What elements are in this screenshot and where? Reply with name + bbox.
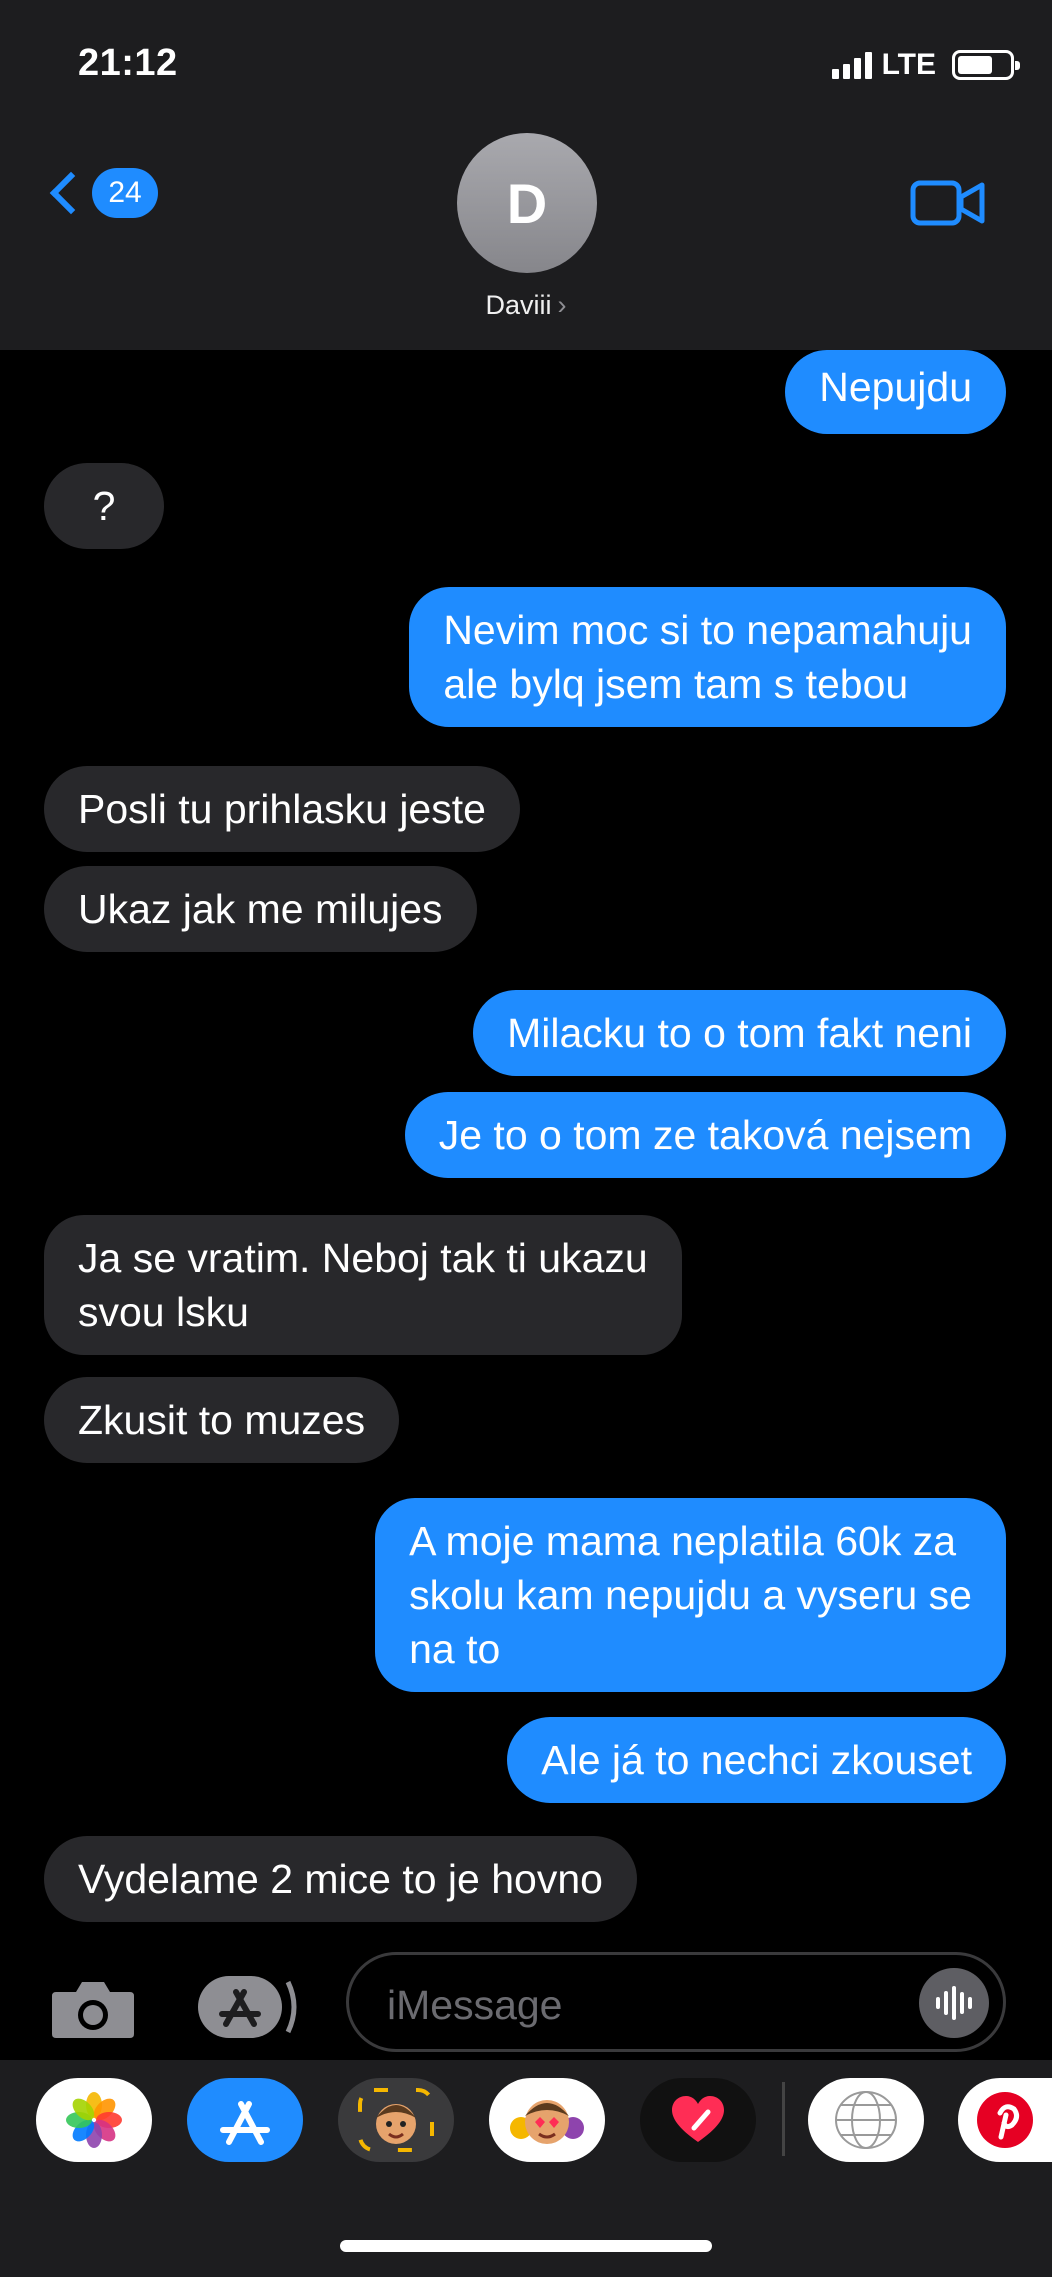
memoji-face-icon: [358, 2088, 434, 2152]
camera-icon[interactable]: [50, 1978, 136, 2040]
waveform-icon: [936, 1986, 972, 2020]
contact-name[interactable]: Daviii ›: [0, 290, 1052, 321]
drawer-divider: [782, 2082, 785, 2156]
chevron-right-icon: ›: [557, 290, 567, 320]
contact-name-label: Daviii: [485, 290, 552, 320]
message-bubble-incoming[interactable]: Ukaz jak me milujes: [44, 866, 477, 952]
photos-flower-icon: [66, 2092, 122, 2148]
contact-avatar[interactable]: D: [457, 133, 597, 273]
message-bubble-outgoing[interactable]: Milacku to o tom fakt neni: [473, 990, 1006, 1076]
pinterest-icon[interactable]: [958, 2078, 1052, 2162]
message-thread: Nepujdu ? Nevim moc si to nepamahuju ale…: [0, 350, 1052, 1940]
message-bubble-incoming[interactable]: Ja se vratim. Neboj tak ti ukazu svou ls…: [44, 1215, 682, 1355]
status-indicators: LTE: [831, 48, 1020, 82]
message-bubble-outgoing[interactable]: Je to o tom ze taková nejsem: [404, 1092, 1006, 1178]
message-bubble-outgoing[interactable]: Ale já to nechci zkouset: [507, 1717, 1006, 1803]
cellular-signal-icon: [831, 51, 872, 79]
message-bubble-outgoing[interactable]: Nepujdu: [785, 350, 1006, 434]
pinterest-logo-icon: [977, 2092, 1033, 2148]
message-composer: iMessage: [0, 1940, 1052, 2060]
facetime-video-icon[interactable]: [910, 178, 986, 228]
app-store-icon[interactable]: [196, 1974, 300, 2040]
memoji-sticker-face-icon: [510, 2100, 584, 2144]
heart-icon: [672, 2096, 724, 2142]
input-placeholder: iMessage: [387, 1982, 563, 2028]
back-button[interactable]: 24: [42, 168, 158, 218]
conversation-header: 21:12 LTE 24 D Daviii ›: [0, 0, 1052, 350]
globe-grid-icon: [835, 2091, 897, 2149]
message-bubble-incoming[interactable]: Posli tu prihlasku jeste: [44, 766, 520, 852]
status-time: 21:12: [78, 42, 178, 84]
home-indicator[interactable]: [340, 2240, 712, 2252]
unread-count-badge: 24: [92, 168, 158, 218]
message-bubble-incoming[interactable]: Zkusit to muzes: [44, 1377, 400, 1463]
message-bubble-incoming[interactable]: Vydelame 2 mice to je hovno: [44, 1836, 637, 1922]
digital-touch-icon[interactable]: [640, 2078, 756, 2162]
memoji-stickers-icon[interactable]: [489, 2078, 605, 2162]
battery-icon: [952, 50, 1020, 80]
message-bubble-outgoing[interactable]: A moje mama neplatila 60k za skolu kam n…: [375, 1498, 1006, 1692]
network-type: LTE: [881, 48, 936, 81]
globe-search-icon[interactable]: [808, 2078, 924, 2162]
message-bubble-incoming[interactable]: ?: [44, 463, 164, 549]
app-store-glyph-icon: [220, 2101, 270, 2145]
app-store-icon[interactable]: [187, 2078, 303, 2162]
audio-message-icon[interactable]: [919, 1968, 989, 2038]
photos-icon[interactable]: [36, 2078, 152, 2162]
imessage-input[interactable]: iMessage: [346, 1952, 1006, 2052]
memoji-icon[interactable]: [338, 2078, 454, 2162]
message-bubble-outgoing[interactable]: Nevim moc si to nepamahuju ale bylq jsem…: [409, 587, 1006, 727]
chevron-left-icon: [49, 171, 93, 215]
